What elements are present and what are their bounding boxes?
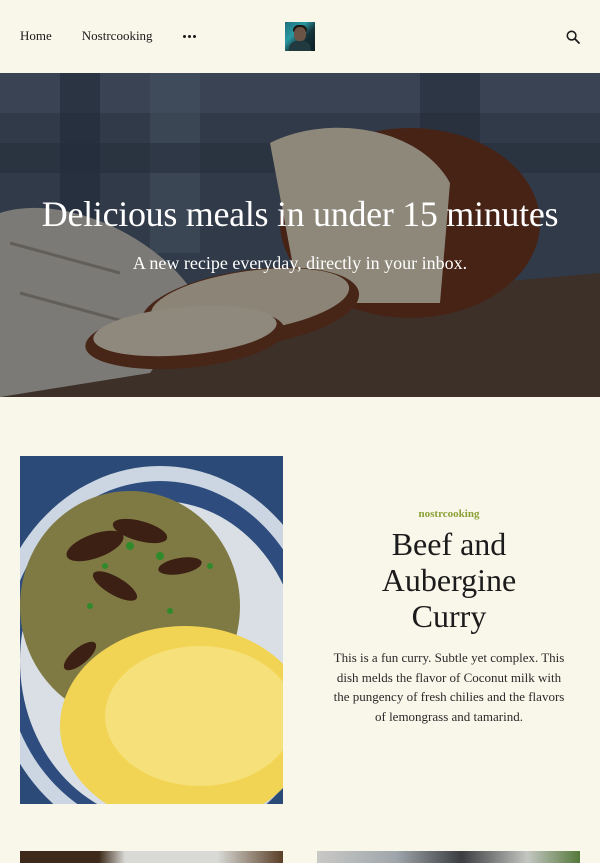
post-featured-image[interactable] [20,456,283,804]
more-dot [192,34,196,38]
more-dot [182,34,186,38]
post-title-link[interactable]: Beef and Aubergine Curry [354,526,544,634]
post-summary: nostrcooking Beef and Aubergine Curry Th… [330,508,568,726]
post-author-link[interactable]: nostrcooking [330,508,568,520]
primary-nav: Home Nostrcooking [20,28,196,44]
avatar-face [294,27,306,41]
post-excerpt: This is a fun curry. Subtle yet complex.… [333,650,565,724]
next-post-image-right[interactable] [317,851,580,863]
more-dot [187,34,191,38]
avatar[interactable] [285,22,315,51]
avatar-body [289,41,311,51]
more-horizontal-icon[interactable] [182,32,196,41]
curry-photo [20,456,283,804]
hero-title: Delicious meals in under 15 minutes [41,194,559,234]
hero-overlay [0,73,600,397]
nav-nostrcooking-link[interactable]: Nostrcooking [82,28,153,44]
hero-subtitle: A new recipe everyday, directly in your … [132,253,468,273]
hero-banner: Delicious meals in under 15 minutes A ne… [0,73,600,397]
search-icon[interactable] [566,30,580,44]
site-header: Home Nostrcooking [0,0,600,73]
nav-home-link[interactable]: Home [20,28,52,44]
next-post-image-left[interactable] [20,851,283,863]
